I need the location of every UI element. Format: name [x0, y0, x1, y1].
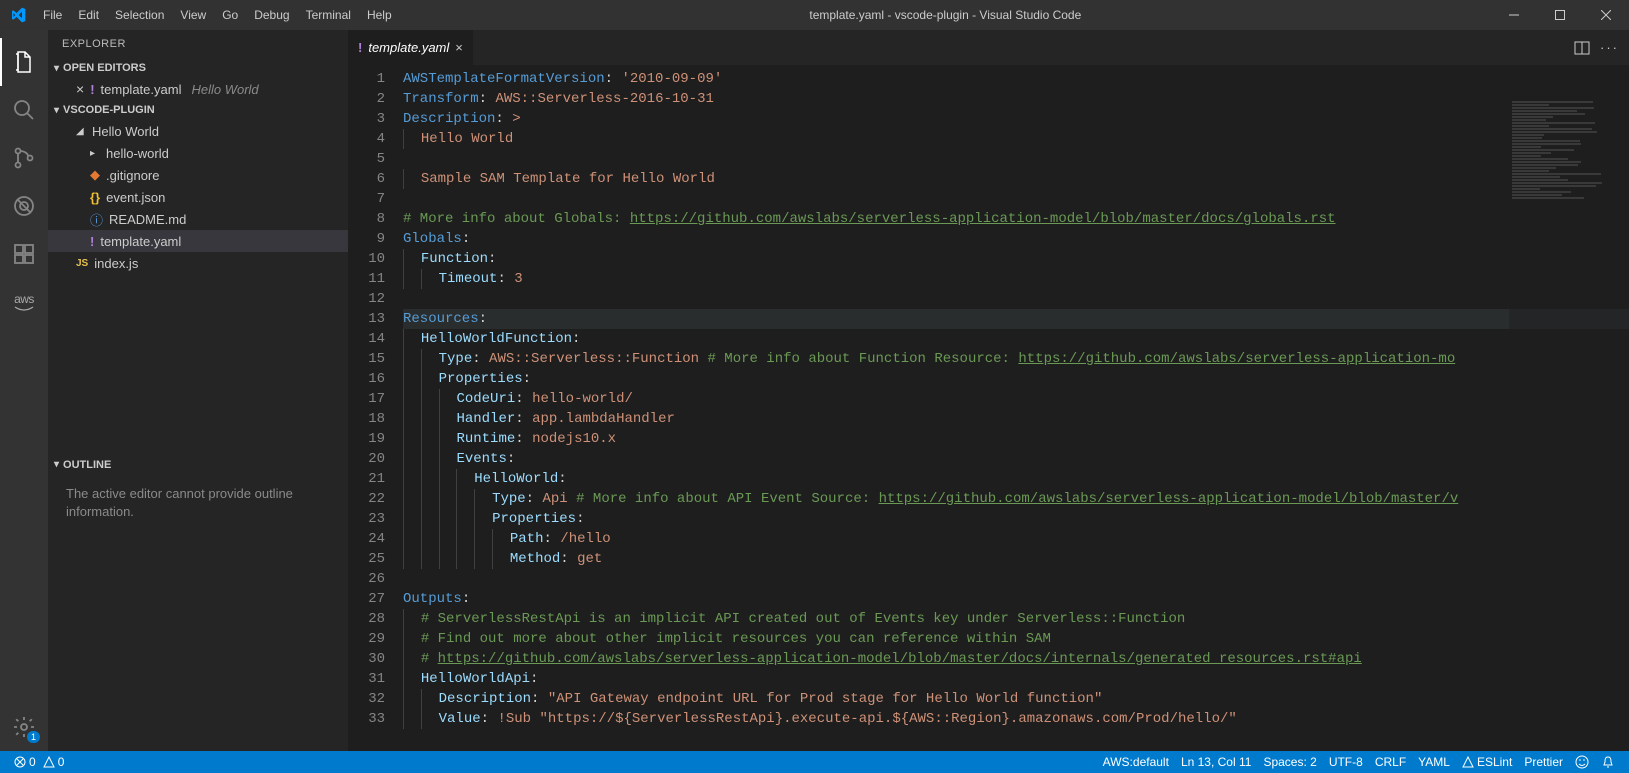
yaml-file-icon: ! — [90, 234, 94, 249]
titlebar: FileEditSelectionViewGoDebugTerminalHelp… — [0, 0, 1629, 30]
menu-view[interactable]: View — [172, 0, 214, 30]
status-indent[interactable]: Spaces: 2 — [1257, 755, 1322, 769]
status-errors[interactable]: 0 0 — [8, 755, 70, 769]
chevron-right-icon: ▸ — [90, 148, 100, 159]
folder-hello-world-inner[interactable]: ▸ hello-world — [48, 142, 348, 164]
yaml-file-icon: ! — [90, 82, 94, 97]
status-eslint[interactable]: ESLint — [1456, 755, 1518, 769]
menubar: FileEditSelectionViewGoDebugTerminalHelp — [35, 0, 400, 30]
menu-help[interactable]: Help — [359, 0, 400, 30]
status-aws[interactable]: AWS:default — [1097, 755, 1175, 769]
chevron-down-icon: ▾ — [54, 63, 59, 74]
minimap[interactable] — [1509, 100, 1629, 751]
window-controls — [1491, 0, 1629, 30]
file-readme[interactable]: ⓘ README.md — [48, 208, 348, 230]
code-content[interactable]: AWSTemplateFormatVersion: '2010-09-09'Tr… — [403, 65, 1629, 751]
status-bell-icon[interactable] — [1595, 755, 1621, 769]
json-file-icon: {} — [90, 190, 100, 205]
menu-selection[interactable]: Selection — [107, 0, 172, 30]
activity-bar: aws 1 — [0, 30, 48, 751]
chevron-down-icon: ▾ — [54, 459, 59, 470]
file-template-yaml[interactable]: ! template.yaml — [48, 230, 348, 252]
explorer-sidebar: EXPLORER ▾ OPEN EDITORS × ! template.yam… — [48, 30, 348, 751]
yaml-file-icon: ! — [358, 40, 362, 55]
file-event-json[interactable]: {} event.json — [48, 186, 348, 208]
menu-go[interactable]: Go — [214, 0, 246, 30]
outline-header[interactable]: ▾ OUTLINE — [48, 455, 348, 475]
explorer-icon[interactable] — [0, 38, 48, 86]
maximize-button[interactable] — [1537, 0, 1583, 30]
code-editor[interactable]: 1234567891011121314151617181920212223242… — [348, 65, 1629, 751]
status-language[interactable]: YAML — [1412, 755, 1456, 769]
status-eol[interactable]: CRLF — [1369, 755, 1412, 769]
editor-tabs: ! template.yaml × ··· — [348, 30, 1629, 65]
menu-debug[interactable]: Debug — [246, 0, 297, 30]
menu-terminal[interactable]: Terminal — [298, 0, 359, 30]
menu-edit[interactable]: Edit — [70, 0, 107, 30]
info-file-icon: ⓘ — [90, 210, 103, 229]
status-encoding[interactable]: UTF-8 — [1323, 755, 1369, 769]
js-file-icon: JS — [76, 258, 88, 269]
vscode-icon — [0, 7, 35, 23]
settings-badge: 1 — [27, 731, 40, 743]
debug-icon[interactable] — [0, 182, 48, 230]
open-editor-item[interactable]: × ! template.yaml Hello World — [48, 78, 348, 100]
sidebar-title: EXPLORER — [48, 30, 348, 58]
search-icon[interactable] — [0, 86, 48, 134]
status-feedback-icon[interactable] — [1569, 755, 1595, 769]
git-file-icon: ◆ — [90, 167, 100, 183]
line-number-gutter: 1234567891011121314151617181920212223242… — [348, 65, 403, 751]
source-control-icon[interactable] — [0, 134, 48, 182]
project-header[interactable]: ▾ VSCODE-PLUGIN — [48, 100, 348, 120]
file-gitignore[interactable]: ◆ .gitignore — [48, 164, 348, 186]
status-bar: 0 0 AWS:default Ln 13, Col 11 Spaces: 2 … — [0, 751, 1629, 773]
more-actions-icon[interactable]: ··· — [1600, 40, 1619, 55]
file-index-js[interactable]: JS index.js — [48, 252, 348, 274]
extensions-icon[interactable] — [0, 230, 48, 278]
open-editors-header[interactable]: ▾ OPEN EDITORS — [48, 58, 348, 78]
menu-file[interactable]: File — [35, 0, 70, 30]
chevron-down-icon: ▾ — [54, 105, 59, 116]
window-title: template.yaml - vscode-plugin - Visual S… — [400, 8, 1491, 22]
aws-icon[interactable]: aws — [0, 278, 48, 326]
close-icon[interactable]: × — [455, 40, 463, 55]
folder-hello-world[interactable]: ◢ Hello World — [48, 120, 348, 142]
editor-area: ! template.yaml × ··· 123456789101112131… — [348, 30, 1629, 751]
settings-gear-icon[interactable]: 1 — [0, 703, 48, 751]
close-button[interactable] — [1583, 0, 1629, 30]
split-editor-icon[interactable] — [1574, 40, 1590, 56]
minimize-button[interactable] — [1491, 0, 1537, 30]
status-prettier[interactable]: Prettier — [1518, 755, 1569, 769]
status-cursor-pos[interactable]: Ln 13, Col 11 — [1175, 755, 1258, 769]
outline-message: The active editor cannot provide outline… — [48, 475, 348, 531]
chevron-down-icon: ◢ — [76, 126, 86, 137]
tab-template-yaml[interactable]: ! template.yaml × — [348, 30, 474, 65]
close-icon[interactable]: × — [76, 81, 84, 97]
